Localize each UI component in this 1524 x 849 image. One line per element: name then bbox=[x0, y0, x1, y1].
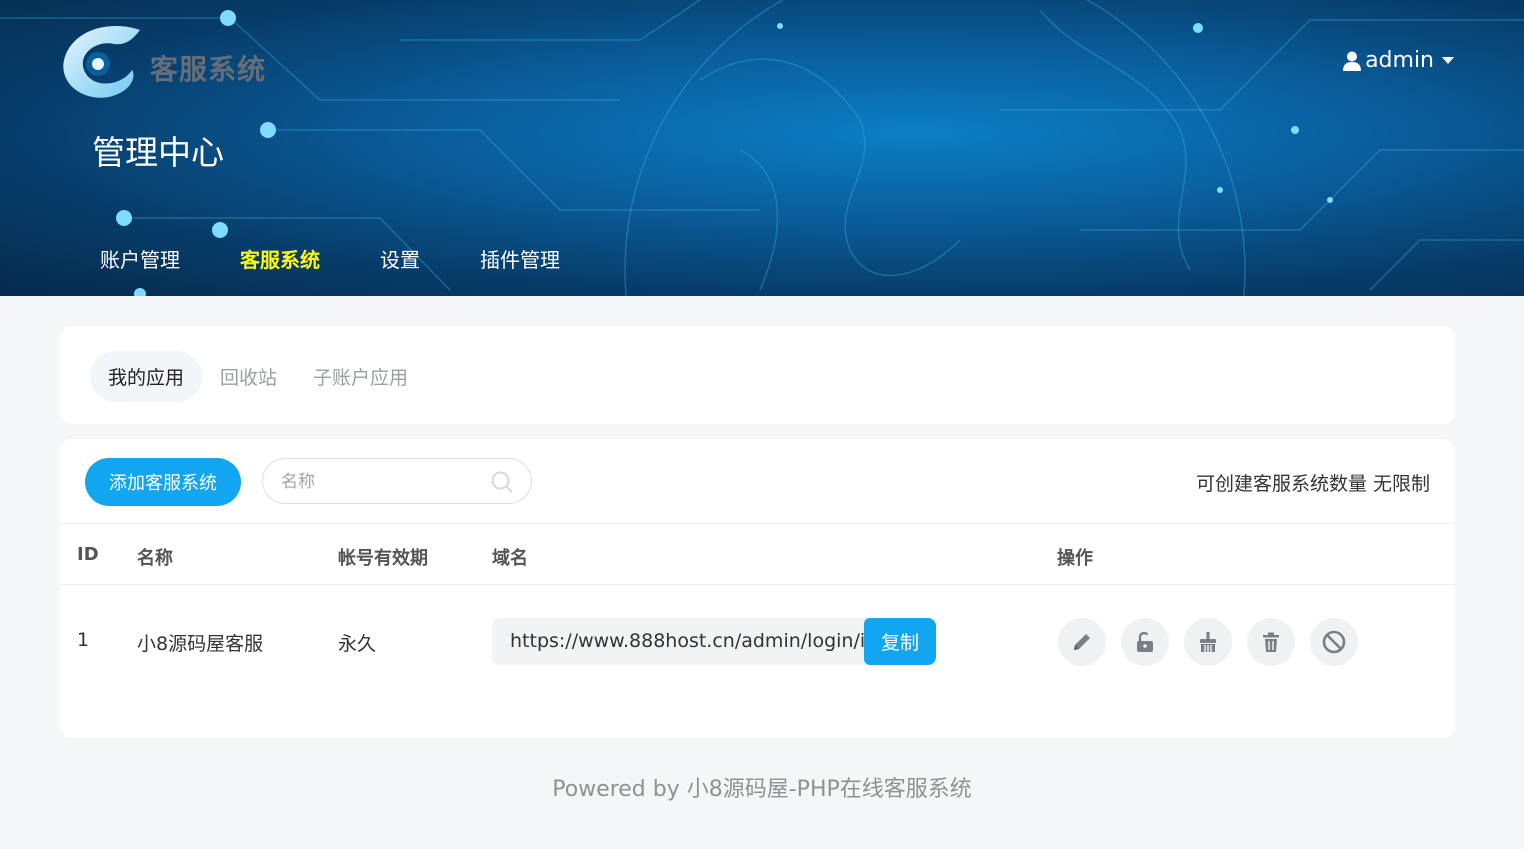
column-header-domain: 域名 bbox=[492, 548, 528, 569]
search-input[interactable] bbox=[281, 469, 481, 495]
copy-button[interactable]: 复制 bbox=[864, 618, 936, 665]
column-header-actions: 操作 bbox=[1057, 548, 1093, 569]
user-menu[interactable]: admin bbox=[1343, 48, 1454, 73]
tab-my-apps[interactable]: 我的应用 bbox=[90, 351, 203, 402]
add-service-system-button[interactable]: 添加客服系统 bbox=[85, 458, 241, 506]
apps-card: 添加客服系统 可创建客服系统数量 无限制 ID 名称 帐号有效期 域名 操作 1… bbox=[60, 439, 1455, 738]
logo-mark-icon bbox=[63, 25, 140, 98]
ban-icon bbox=[1322, 630, 1346, 654]
table-header: ID 名称 帐号有效期 域名 操作 bbox=[60, 523, 1455, 585]
nav-item-service-system[interactable]: 客服系统 bbox=[240, 244, 320, 273]
cell-name: 小8源码屋客服 bbox=[137, 633, 264, 655]
cell-id: 1 bbox=[77, 629, 90, 651]
tabs-card: 我的应用 回收站 子账户应用 bbox=[60, 326, 1455, 424]
nav-item-account[interactable]: 账户管理 bbox=[100, 244, 180, 273]
unlock-icon bbox=[1137, 631, 1153, 652]
nav-item-plugins[interactable]: 插件管理 bbox=[480, 244, 560, 273]
unlock-button[interactable] bbox=[1121, 618, 1169, 666]
quota-text: 可创建客服系统数量 无限制 bbox=[1195, 473, 1430, 495]
app-tabs: 我的应用 回收站 子账户应用 bbox=[90, 351, 426, 402]
page-title: 管理中心 bbox=[92, 133, 224, 172]
search-icon[interactable] bbox=[491, 471, 513, 493]
domain-field: https://www.888host.cn/admin/login/index… bbox=[492, 618, 936, 665]
column-header-name: 名称 bbox=[137, 548, 173, 569]
tab-sub-account-apps[interactable]: 子账户应用 bbox=[295, 351, 426, 402]
column-header-validity: 帐号有效期 bbox=[338, 548, 428, 569]
row-actions bbox=[1058, 618, 1373, 666]
tab-recycle-bin[interactable]: 回收站 bbox=[202, 351, 295, 402]
delete-button[interactable] bbox=[1247, 618, 1295, 666]
nav-item-settings[interactable]: 设置 bbox=[380, 244, 420, 273]
broom-icon bbox=[1200, 632, 1216, 652]
clean-button[interactable] bbox=[1184, 618, 1232, 666]
caret-down-icon bbox=[1442, 57, 1454, 64]
main-nav: 账户管理 客服系统 设置 插件管理 bbox=[100, 244, 620, 273]
pencil-icon bbox=[1074, 634, 1090, 650]
domain-text[interactable]: https://www.888host.cn/admin/login/index bbox=[510, 630, 864, 652]
user-icon bbox=[1343, 51, 1362, 71]
edit-button[interactable] bbox=[1058, 618, 1106, 666]
logo-text: 客服系统 bbox=[150, 53, 267, 86]
table-row: 1 小8源码屋客服 永久 https://www.888host.cn/admi… bbox=[60, 585, 1455, 697]
cell-validity: 永久 bbox=[338, 633, 377, 655]
header-banner: 客服系统 管理中心 admin 账户管理 客服系统 设置 插件管理 bbox=[0, 0, 1524, 296]
footer-text: Powered by 小8源码屋-PHP在线客服系统 bbox=[552, 777, 972, 802]
trash-icon bbox=[1263, 632, 1279, 652]
disable-button[interactable] bbox=[1310, 618, 1358, 666]
search-box bbox=[262, 458, 532, 504]
column-header-id: ID bbox=[77, 544, 99, 565]
user-name: admin bbox=[1365, 48, 1434, 73]
